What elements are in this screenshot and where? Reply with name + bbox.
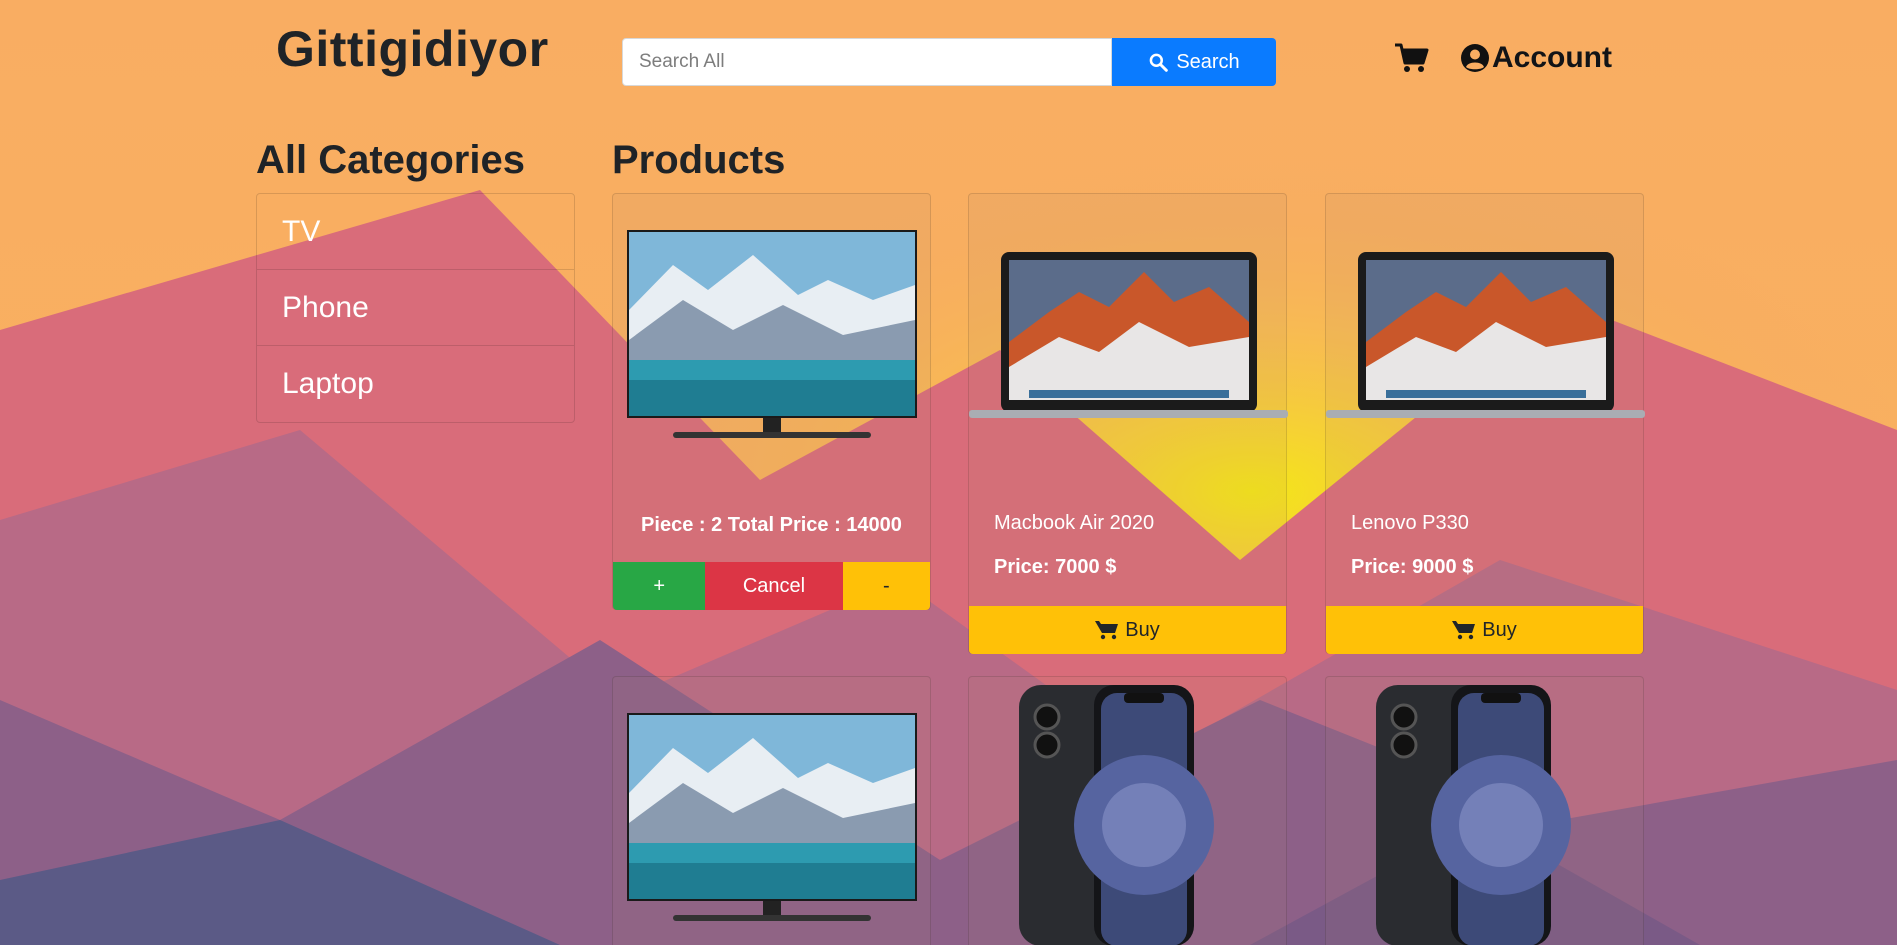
quantity-controls: + Cancel - xyxy=(613,562,931,610)
products-title: Products xyxy=(612,138,786,182)
cancel-button[interactable]: Cancel xyxy=(705,562,843,610)
category-item-phone[interactable]: Phone xyxy=(257,270,574,346)
product-price: Price: 9000 $ xyxy=(1351,556,1474,578)
category-list: TV Phone Laptop xyxy=(256,193,575,423)
category-item-tv[interactable]: TV xyxy=(257,194,574,270)
product-price: Price: 7000 $ xyxy=(994,556,1117,578)
product-name: Macbook Air 2020 xyxy=(994,512,1155,534)
user-circle-icon xyxy=(1461,44,1489,72)
increase-quantity-button[interactable]: + xyxy=(613,562,706,610)
tv-image xyxy=(613,713,930,923)
decrease-quantity-button[interactable]: - xyxy=(842,562,931,610)
product-card xyxy=(968,676,1287,945)
product-card: Macbook Air 2020 Price: 7000 $ Buy xyxy=(968,193,1288,654)
product-card: Lenovo P330 Price: 9000 $ Buy xyxy=(1325,193,1645,654)
product-card xyxy=(1325,676,1644,945)
laptop-image xyxy=(969,252,1288,422)
phone-image xyxy=(1326,685,1643,945)
cart-button[interactable] xyxy=(1394,42,1430,76)
phone-image xyxy=(969,685,1286,945)
buy-button[interactable]: Buy xyxy=(969,606,1286,654)
product-card xyxy=(612,676,931,945)
laptop-image xyxy=(1326,252,1645,422)
product-card: Piece : 2 Total Price : 14000 + Cancel - xyxy=(612,193,931,610)
category-item-laptop[interactable]: Laptop xyxy=(257,346,574,422)
tv-image xyxy=(613,230,930,440)
categories-title: All Categories xyxy=(256,138,525,182)
search-icon xyxy=(1149,53,1169,72)
buy-button-label: Buy xyxy=(1125,618,1160,641)
account-label: Account xyxy=(1492,41,1612,74)
search-button[interactable]: Search xyxy=(1112,38,1276,86)
buy-button-label: Buy xyxy=(1482,618,1517,641)
buy-button[interactable]: Buy xyxy=(1326,606,1643,654)
account-link[interactable]: Account xyxy=(1460,38,1612,78)
cart-summary: Piece : 2 Total Price : 14000 xyxy=(641,514,902,536)
search-input[interactable] xyxy=(622,38,1112,86)
search-bar: Search xyxy=(622,38,1276,86)
shopping-cart-icon xyxy=(1395,43,1429,72)
product-name: Lenovo P330 xyxy=(1351,512,1469,534)
brand-logo[interactable]: Gittigidiyor xyxy=(276,20,549,78)
search-button-label: Search xyxy=(1176,50,1240,73)
shopping-cart-icon xyxy=(1095,621,1119,640)
shopping-cart-icon xyxy=(1452,621,1476,640)
